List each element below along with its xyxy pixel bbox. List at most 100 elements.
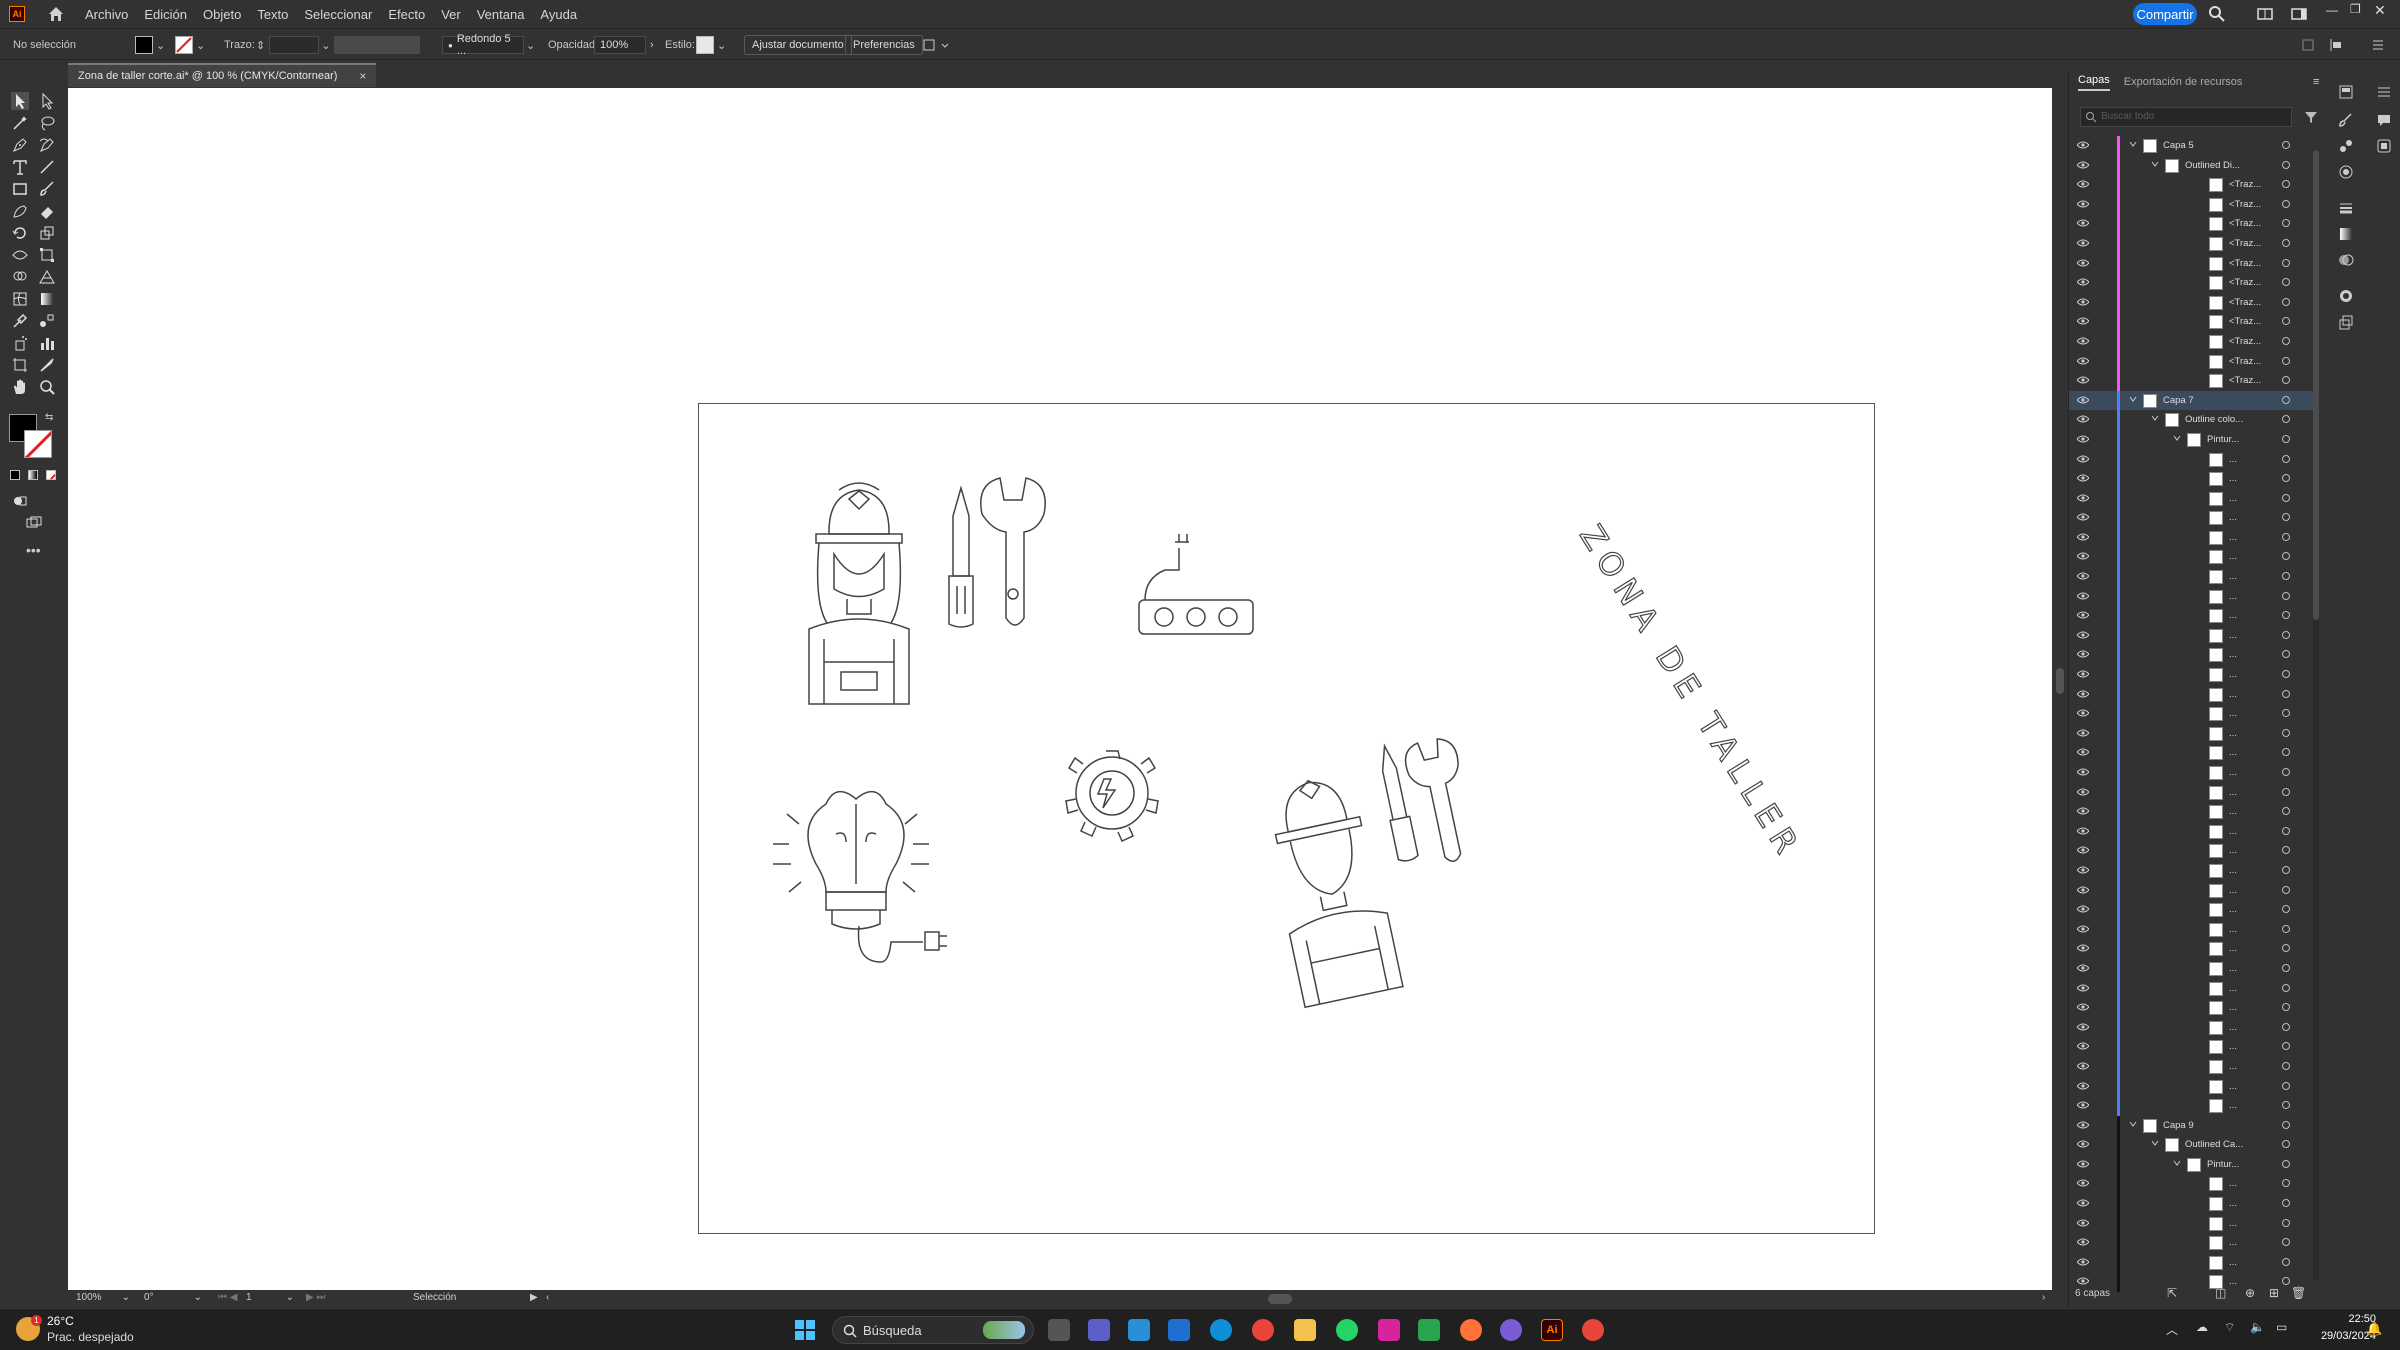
direct-selection-tool-icon[interactable]	[38, 92, 56, 110]
comments-panel-icon[interactable]	[2376, 112, 2392, 128]
layer-row[interactable]: ...	[2069, 723, 2319, 744]
layer-target-icon[interactable]	[2282, 1159, 2290, 1168]
visibility-eye-icon[interactable]	[2077, 611, 2089, 619]
layer-row[interactable]: ...	[2069, 704, 2319, 724]
vertical-scrollbar[interactable]	[2052, 88, 2068, 1290]
layer-row[interactable]: ...	[2069, 508, 2319, 528]
layer-row[interactable]: Outlined Ca...	[2069, 1135, 2319, 1155]
illustrator-logo[interactable]: Ai	[9, 6, 25, 22]
layer-row[interactable]: ...	[2069, 958, 2319, 979]
visibility-eye-icon[interactable]	[2077, 180, 2089, 188]
visibility-eye-icon[interactable]	[2077, 886, 2089, 894]
layer-target-icon[interactable]	[2282, 199, 2290, 208]
layer-target-icon[interactable]	[2282, 1101, 2290, 1110]
visibility-eye-icon[interactable]	[2077, 866, 2089, 874]
layer-target-icon[interactable]	[2282, 963, 2290, 972]
layer-row[interactable]: ...	[2069, 606, 2319, 626]
more-options-icon[interactable]	[2370, 35, 2386, 55]
layer-target-icon[interactable]	[2282, 434, 2290, 443]
layer-row[interactable]: Pintur...	[2069, 429, 2319, 450]
gradient-tool-icon[interactable]	[38, 290, 56, 308]
libraries-panel-icon[interactable]	[2376, 84, 2392, 100]
visibility-eye-icon[interactable]	[2077, 964, 2089, 972]
layer-target-icon[interactable]	[2282, 944, 2290, 953]
visibility-eye-icon[interactable]	[2077, 141, 2089, 149]
visibility-eye-icon[interactable]	[2077, 788, 2089, 796]
layer-row[interactable]: ...	[2069, 586, 2319, 607]
firefox-icon[interactable]	[1460, 1319, 1482, 1341]
eyedropper-tool-icon[interactable]	[11, 312, 29, 330]
notifications-icon[interactable]: 🔔	[2366, 1321, 2382, 1337]
menu-item[interactable]: Ayuda	[540, 7, 577, 22]
menu-item[interactable]: Seleccionar	[304, 7, 372, 22]
show-hidden-icons[interactable]: ︿	[2166, 1321, 2178, 1338]
visibility-eye-icon[interactable]	[2077, 572, 2089, 580]
symbols-panel-icon[interactable]	[2338, 138, 2354, 154]
visibility-eye-icon[interactable]	[2077, 1140, 2089, 1148]
visibility-eye-icon[interactable]	[2077, 690, 2089, 698]
windows-start-icon[interactable]	[794, 1319, 816, 1341]
layer-target-icon[interactable]	[2282, 787, 2290, 796]
visibility-eye-icon[interactable]	[2077, 278, 2089, 286]
layer-row[interactable]: ...	[2069, 860, 2319, 881]
layer-target-icon[interactable]	[2282, 807, 2290, 816]
visibility-eye-icon[interactable]	[2077, 219, 2089, 227]
layer-row[interactable]: ...	[2069, 1076, 2319, 1097]
stroke-panel-icon[interactable]	[2338, 200, 2354, 216]
graphic-styles-icon[interactable]	[2338, 164, 2354, 180]
layer-target-icon[interactable]	[2282, 1003, 2290, 1012]
visibility-eye-icon[interactable]	[2077, 905, 2089, 913]
visibility-eye-icon[interactable]	[2077, 709, 2089, 717]
search-icon[interactable]	[2208, 5, 2226, 23]
visibility-eye-icon[interactable]	[2077, 827, 2089, 835]
layer-row[interactable]: ...	[2069, 821, 2319, 842]
visibility-eye-icon[interactable]	[2077, 455, 2089, 463]
layer-row[interactable]: ...	[2069, 841, 2319, 861]
illustrator-taskbar-icon[interactable]: Ai	[1541, 1319, 1563, 1341]
layer-row[interactable]: <Traz...	[2069, 273, 2319, 293]
lasso-tool-icon[interactable]	[38, 114, 56, 132]
layer-target-icon[interactable]	[2282, 1238, 2290, 1247]
layer-target-icon[interactable]	[2282, 513, 2290, 522]
layer-row[interactable]: <Traz...	[2069, 312, 2319, 332]
panel-menu-icon[interactable]: ≡	[2313, 76, 2319, 88]
visibility-eye-icon[interactable]	[2077, 1101, 2089, 1109]
close-window-icon[interactable]: ✕	[2374, 2, 2392, 20]
weather-temperature[interactable]: 26°C	[47, 1314, 74, 1328]
slice-tool-icon[interactable]	[38, 356, 56, 374]
visibility-eye-icon[interactable]	[2077, 435, 2089, 443]
layer-target-icon[interactable]	[2282, 1140, 2290, 1149]
visibility-eye-icon[interactable]	[2077, 846, 2089, 854]
variable-width-field[interactable]	[334, 35, 420, 55]
layer-target-icon[interactable]	[2282, 709, 2290, 718]
blend-tool-icon[interactable]	[38, 312, 56, 330]
layer-row[interactable]: ...	[2069, 880, 2319, 901]
tab-asset-export[interactable]: Exportación de recursos	[2124, 76, 2243, 88]
layer-row[interactable]: ...	[2069, 449, 2319, 470]
layer-target-icon[interactable]	[2282, 865, 2290, 874]
layer-target-icon[interactable]	[2282, 141, 2290, 149]
layer-target-icon[interactable]	[2282, 630, 2290, 639]
layer-target-icon[interactable]	[2282, 689, 2290, 698]
visibility-eye-icon[interactable]	[2077, 396, 2089, 404]
visibility-eye-icon[interactable]	[2077, 357, 2089, 365]
layers-search-input[interactable]: Buscar todo	[2080, 107, 2292, 127]
expand-chevron-icon[interactable]	[2173, 434, 2181, 442]
collect-export-icon[interactable]: ⇱	[2167, 1286, 2177, 1300]
asset-panel-icon[interactable]	[2376, 138, 2392, 154]
layer-row[interactable]: <Traz...	[2069, 175, 2319, 195]
layer-target-icon[interactable]	[2282, 1042, 2290, 1051]
layer-target-icon[interactable]	[2282, 768, 2290, 776]
layer-row[interactable]: <Traz...	[2069, 233, 2319, 254]
arrange-documents-icon[interactable]	[2256, 5, 2274, 23]
visibility-eye-icon[interactable]	[2077, 1042, 2089, 1050]
visibility-eye-icon[interactable]	[2077, 1121, 2089, 1129]
menu-item[interactable]: Texto	[257, 7, 288, 22]
visibility-eye-icon[interactable]	[2077, 592, 2089, 600]
visibility-eye-icon[interactable]	[2077, 807, 2089, 815]
line-segment-tool-icon[interactable]	[38, 158, 56, 176]
visibility-eye-icon[interactable]	[2077, 298, 2089, 306]
layer-row[interactable]: ...	[2069, 802, 2319, 822]
app-icon[interactable]	[1500, 1319, 1522, 1341]
scroll-right-icon[interactable]: ›	[2042, 1292, 2045, 1303]
